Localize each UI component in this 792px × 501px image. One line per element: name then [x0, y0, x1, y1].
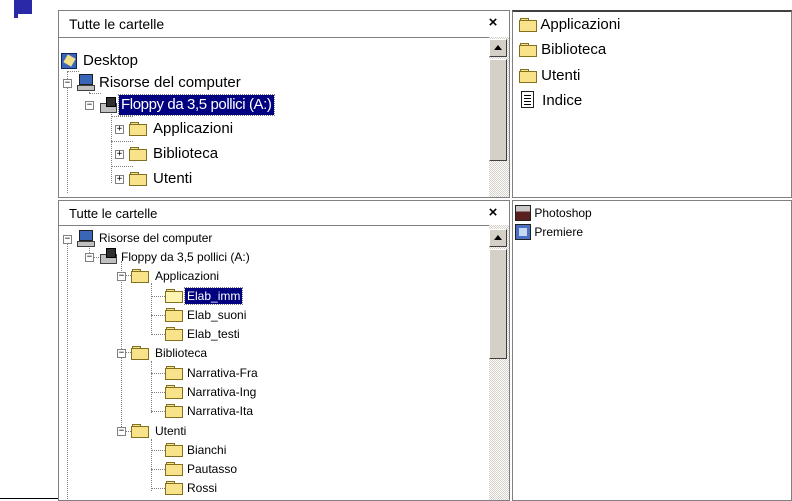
top-tree-header: Tutte le cartelle × — [59, 11, 509, 38]
tree-connector — [67, 71, 68, 193]
tree-item-label: Biblioteca — [153, 145, 219, 162]
tree-item-label: Narrativa-Ing — [187, 385, 257, 399]
collapse-toggle-icon[interactable]: − — [117, 272, 126, 281]
bottom-tree-header: Tutte le cartelle × — [59, 201, 509, 226]
list-item[interactable]: Photoshop — [515, 205, 592, 222]
tree-item-label: Rossi — [187, 481, 218, 495]
collapse-toggle-icon[interactable]: − — [117, 349, 126, 358]
list-item[interactable]: Indice — [521, 90, 583, 110]
tree-connector — [151, 439, 152, 491]
bottom-tree-close-button[interactable]: × — [485, 203, 501, 223]
list-item-label: Applicazioni — [540, 16, 621, 33]
tree-item-label: Bianchi — [187, 443, 227, 457]
tree-item-label: Elab_suoni — [187, 308, 247, 322]
photoshop-icon — [515, 205, 531, 221]
folder-icon — [165, 481, 183, 495]
folder-icon — [165, 404, 183, 418]
folder-icon — [165, 385, 183, 399]
open-folder-icon — [165, 289, 183, 303]
bottom-tree-scrollbar[interactable] — [489, 225, 509, 500]
top-tree-scrollbar[interactable] — [489, 37, 509, 197]
scroll-up-arrow-icon[interactable] — [489, 229, 507, 247]
list-item[interactable]: Applicazioni — [519, 16, 620, 33]
expand-toggle-icon[interactable]: + — [115, 125, 124, 134]
collapse-toggle-icon[interactable]: − — [63, 79, 72, 88]
folder-icon — [165, 366, 183, 380]
slide-accent-bar — [14, 6, 18, 18]
tree-item-label: Applicazioni — [153, 120, 234, 137]
folder-icon — [129, 147, 147, 161]
floppy-drive-icon — [98, 97, 117, 113]
tree-item-label: Risorse del computer — [99, 231, 213, 245]
tree-connector — [111, 103, 112, 183]
scroll-up-arrow-icon[interactable] — [489, 39, 507, 57]
folder-icon — [129, 172, 147, 186]
bottom-folder-tree-pane: Tutte le cartelle × − Risorse del comput… — [58, 200, 510, 501]
tree-connector — [121, 261, 122, 433]
tree-item-label: Utenti — [155, 424, 187, 438]
tree-item-label: Risorse del computer — [99, 74, 241, 91]
tree-item-label: Elab_testi — [187, 327, 240, 341]
computer-icon — [77, 74, 95, 91]
tree-item-label: Floppy da 3,5 pollici (A:) — [121, 250, 250, 264]
list-item-label: Utenti — [541, 67, 581, 84]
tree-item-label: Narrativa-Ita — [187, 404, 254, 418]
collapse-toggle-icon[interactable]: − — [117, 427, 126, 436]
folder-icon — [165, 443, 183, 457]
list-item-label: Premiere — [534, 225, 584, 240]
document-icon — [521, 90, 534, 108]
tree-connector — [111, 116, 133, 117]
folder-icon — [131, 269, 149, 283]
folder-icon — [131, 424, 149, 438]
collapse-toggle-icon[interactable]: − — [85, 253, 94, 262]
top-folder-tree-pane: Tutte le cartelle × Desktop − Risorse de… — [58, 10, 510, 198]
list-item[interactable]: Premiere — [515, 224, 584, 241]
slide-rule — [0, 498, 60, 499]
list-item-label: Indice — [542, 92, 583, 109]
tree-item-label: Biblioteca — [155, 346, 208, 360]
tree-item-label: Narrativa-Fra — [187, 366, 258, 380]
bottom-tree-scroll-thumb[interactable] — [489, 249, 507, 359]
tree-connector — [67, 71, 79, 72]
tree-item-label-selected: Elab_imm — [183, 287, 244, 305]
bottom-tree-title: Tutte le cartelle — [69, 206, 158, 221]
folder-icon — [165, 327, 183, 341]
list-item[interactable]: Utenti — [519, 67, 580, 84]
tree-connector — [111, 141, 133, 142]
premiere-icon — [515, 224, 531, 240]
tree-item-label: Desktop — [83, 52, 139, 69]
folder-icon — [519, 17, 537, 32]
collapse-toggle-icon[interactable]: − — [85, 101, 94, 110]
tree-connector — [89, 93, 101, 94]
collapse-toggle-icon[interactable]: − — [63, 235, 72, 244]
tree-item-label-selected: Floppy da 3,5 pollici (A:) — [118, 94, 275, 116]
floppy-drive-icon — [98, 248, 117, 264]
top-tree-close-button[interactable]: × — [485, 13, 501, 33]
tree-connector — [67, 241, 68, 500]
tree-item-label: Applicazioni — [155, 269, 220, 283]
top-tree-scroll-thumb[interactable] — [489, 59, 507, 161]
top-content-pane: Applicazioni Biblioteca Utenti Indice — [512, 10, 792, 198]
tree-connector — [151, 361, 152, 413]
folder-icon — [165, 308, 183, 322]
list-item-label: Photoshop — [534, 206, 592, 221]
expand-toggle-icon[interactable]: + — [115, 150, 124, 159]
bottom-content-pane: Photoshop Premiere — [512, 200, 792, 501]
tree-item-label: Utenti — [153, 170, 193, 187]
list-item[interactable]: Biblioteca — [519, 41, 606, 58]
desktop-icon — [61, 53, 77, 69]
tree-connector — [111, 166, 133, 167]
top-tree-title: Tutte le cartelle — [69, 16, 165, 32]
expand-toggle-icon[interactable]: + — [115, 175, 124, 184]
folder-icon — [165, 462, 183, 476]
folder-icon — [129, 122, 147, 136]
list-item-label: Biblioteca — [541, 41, 607, 58]
folder-icon — [519, 42, 537, 57]
tree-item-label: Pautasso — [187, 462, 238, 476]
folder-icon — [519, 68, 537, 83]
tree-connector — [151, 283, 152, 335]
folder-icon — [131, 346, 149, 360]
computer-icon — [77, 230, 95, 247]
